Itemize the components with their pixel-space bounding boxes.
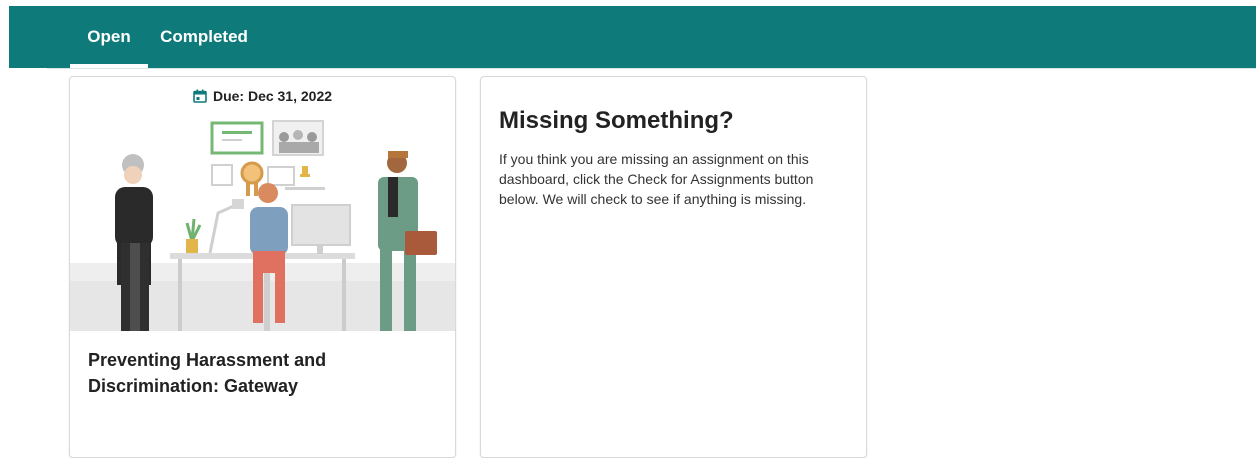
due-date-text: Due: Dec 31, 2022 [212, 88, 333, 104]
due-date: Due: Dec 31, 2022 [70, 88, 455, 104]
calendar-icon [193, 89, 207, 103]
tab-open[interactable]: Open [70, 6, 148, 68]
missing-something-card: Missing Something? If you think you are … [480, 76, 867, 458]
tab-completed[interactable]: Completed [160, 6, 248, 68]
missing-description: If you think you are missing an assignme… [499, 151, 814, 207]
missing-title: Missing Something? [499, 107, 734, 134]
course-illustration [70, 113, 455, 331]
course-title[interactable]: Preventing Harassment and Discrimination… [88, 347, 438, 399]
assignment-card[interactable]: Due: Dec 31, 2022 Preventing Harassment … [69, 76, 456, 458]
tab-bar: Open Completed [9, 6, 1256, 69]
tab-bar-divider [47, 68, 1256, 69]
